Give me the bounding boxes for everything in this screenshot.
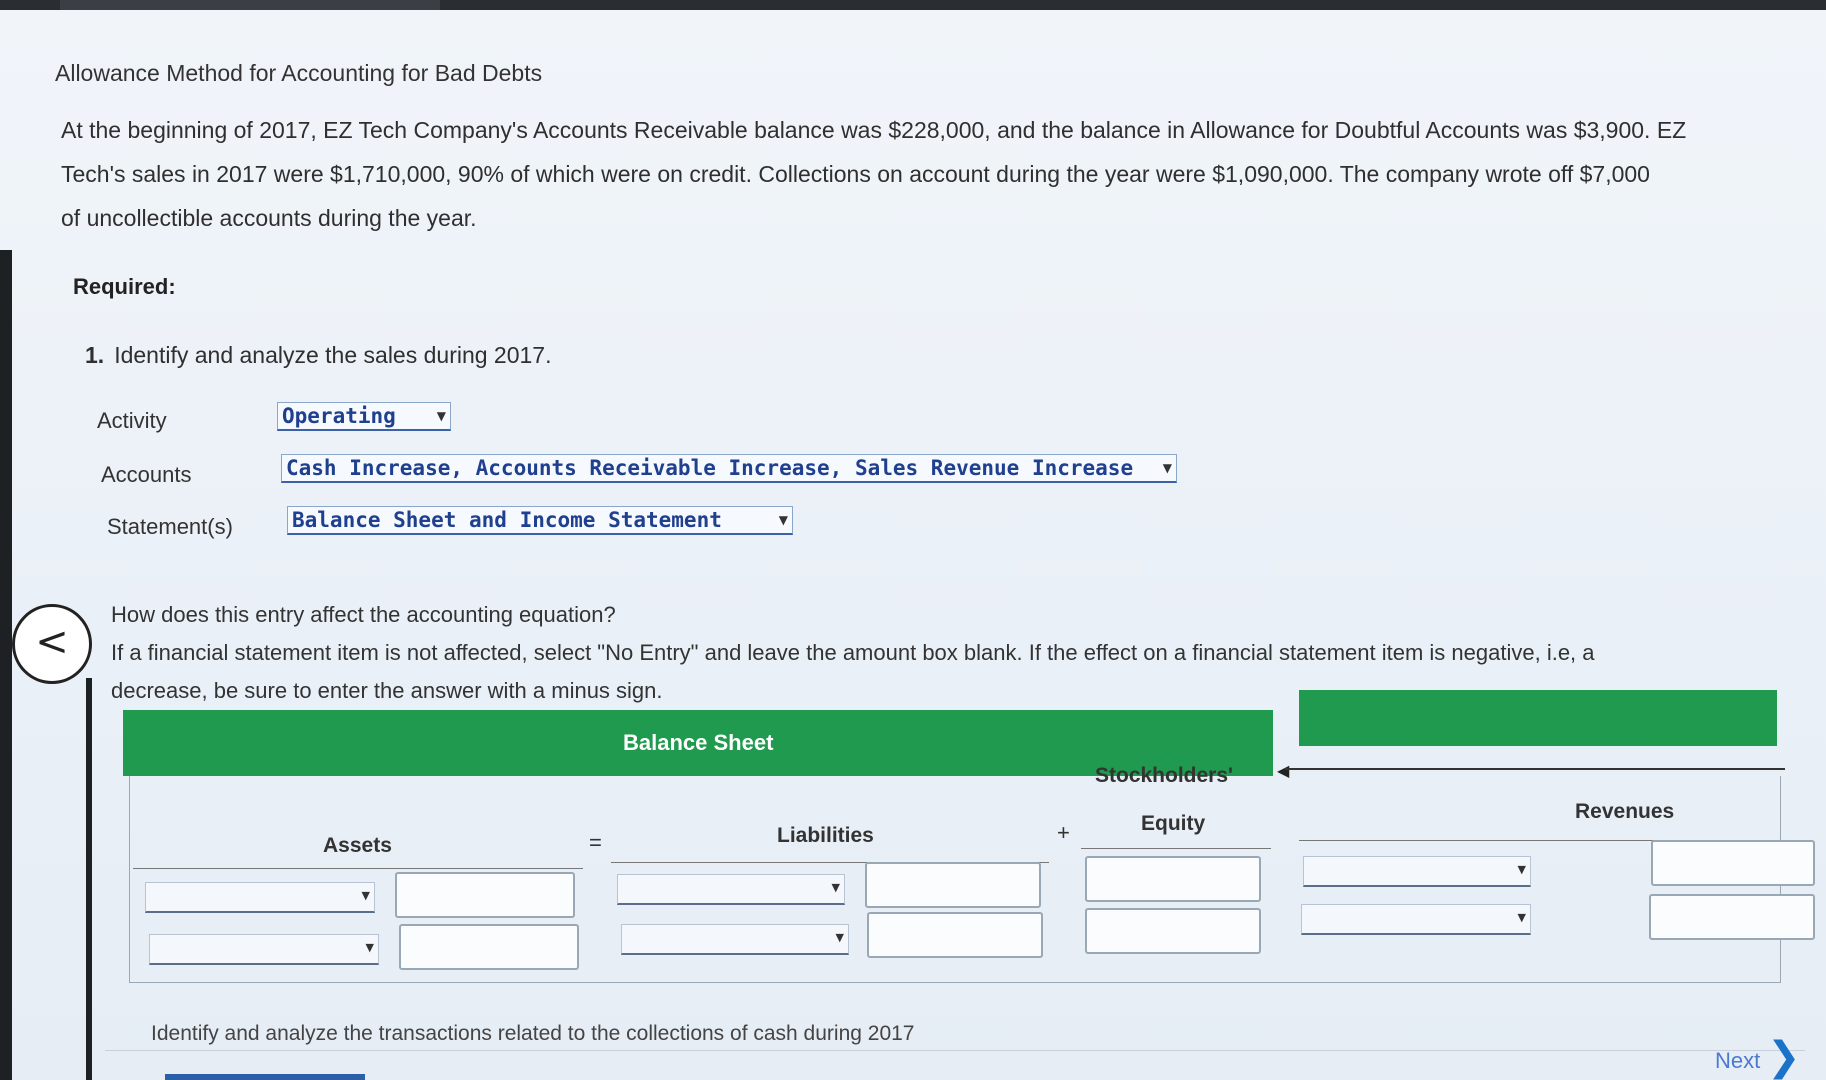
caret-down-icon: ▼ [361,889,370,902]
balance-sheet-title: Balance Sheet [623,730,774,755]
liabilities-amount-input-1[interactable] [865,862,1041,908]
accounts-label: Accounts [101,462,192,487]
plus-sign: + [1057,820,1070,845]
caret-down-icon: ▼ [831,881,840,894]
browser-tab[interactable] [60,0,440,10]
instructions-line-1: How does this entry affect the accountin… [111,602,616,627]
assets-amount-input-2[interactable] [399,924,579,970]
liabilities-amount-input-2[interactable] [867,912,1043,958]
assets-underline [133,868,583,869]
assets-account-select-2[interactable]: ▼ [149,934,379,965]
caret-down-icon: ▼ [778,513,788,527]
next-link[interactable]: Next [1715,1048,1760,1074]
revenues-heading: Revenues [1575,800,1675,823]
equity-amount-input-1[interactable] [1085,856,1261,902]
accounts-selected-value: Cash Increase, Accounts Receivable Incre… [286,456,1134,480]
problem-line-2: Tech's sales in 2017 were $1,710,000, 90… [61,161,1650,187]
caret-down-icon: ▼ [1517,911,1526,924]
footer-divider [105,1050,1805,1051]
activity-selected-value: Operating [282,404,396,428]
question-number: 1. [85,342,105,368]
instructions-line-2: If a financial statement item is not aff… [111,640,1595,665]
back-button[interactable]: < [12,604,92,684]
assets-amount-input-1[interactable] [395,872,575,918]
caret-down-icon: ▼ [1162,461,1172,475]
activity-label: Activity [97,408,167,433]
statements-label: Statement(s) [107,514,233,539]
assignment-screen: Allowance Method for Accounting for Bad … [0,10,1826,1080]
assets-account-select-1[interactable]: ▼ [145,882,375,913]
problem-statement: At the beginning of 2017, EZ Tech Compan… [61,108,1801,240]
liabilities-heading: Liabilities [777,824,874,847]
content-area: Allowance Method for Accounting for Bad … [55,10,1815,1080]
revenues-amount-input-1[interactable] [1651,840,1815,886]
question-text: Identify and analyze the sales during 20… [114,342,552,368]
browser-top-bar [0,0,1826,10]
arrow-left-icon: ◀ [1277,761,1290,780]
statements-selected-value: Balance Sheet and Income Statement [292,508,722,532]
assets-heading: Assets [323,834,392,857]
stockholders-heading: Stockholders' [1095,764,1234,787]
accounts-select[interactable]: Cash Increase, Accounts Receivable Incre… [281,454,1177,483]
caret-down-icon: ▼ [365,941,374,954]
arrow-line [1285,768,1785,770]
chevron-right-icon[interactable]: ❯ [1767,1034,1801,1080]
equity-heading: Equity [1141,812,1206,835]
caret-down-icon: ▼ [1517,863,1526,876]
statements-select[interactable]: Balance Sheet and Income Statement ▼ [287,506,793,535]
caret-down-icon: ▼ [835,931,844,944]
activity-select[interactable]: Operating ▼ [277,402,451,431]
problem-title: Allowance Method for Accounting for Bad … [55,60,543,86]
revenues-amount-input-2[interactable] [1649,894,1815,940]
equity-underline [1081,848,1271,849]
bottom-nav-tab[interactable] [165,1074,365,1080]
revenues-account-select-1[interactable]: ▼ [1303,856,1531,887]
revenues-header-bar [1299,690,1777,746]
problem-line-1: At the beginning of 2017, EZ Tech Compan… [61,117,1687,143]
left-bezel [0,250,12,1080]
liabilities-account-select-2[interactable]: ▼ [621,924,849,955]
problem-line-3: of uncollectible accounts during the yea… [61,205,477,231]
caret-down-icon: ▼ [436,409,446,423]
revenues-account-select-2[interactable]: ▼ [1301,904,1531,935]
chevron-left-icon: < [35,619,69,665]
question-1: 1. Identify and analyze the sales during … [85,342,552,369]
liabilities-account-select-1[interactable]: ▼ [617,874,845,905]
equals-sign: = [589,830,602,855]
equity-amount-input-2[interactable] [1085,908,1261,954]
required-label: Required: [73,274,176,299]
next-question-preview: Identify and analyze the transactions re… [151,1022,915,1045]
